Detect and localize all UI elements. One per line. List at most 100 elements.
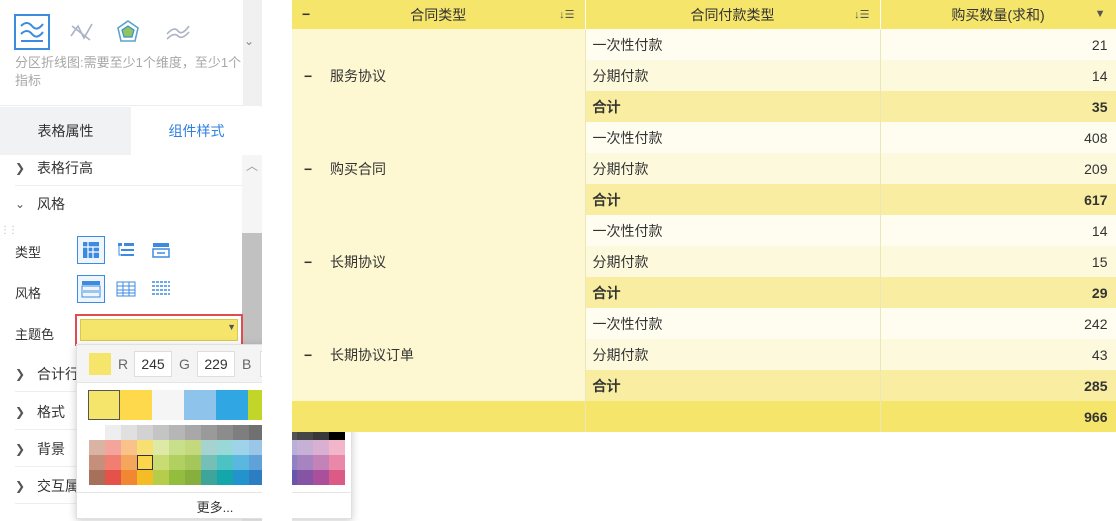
color-grid-swatch[interactable] [121, 425, 137, 440]
left-panel: ⌄ 分区折线图:需要至少1个维度，至少1个指标 表格属性 组件样式 ❯ 表格行高 … [0, 0, 353, 521]
r-label: R [118, 356, 129, 372]
color-grid-swatch[interactable] [313, 440, 329, 455]
table-type-list-icon[interactable] [147, 236, 175, 264]
collapse-icon[interactable]: − [304, 161, 316, 177]
color-grid-swatch[interactable] [153, 440, 169, 455]
drag-handle-icon[interactable]: ⋮⋮ [0, 225, 18, 236]
color-grid-swatch[interactable] [201, 470, 217, 485]
color-grid-swatch[interactable] [89, 440, 105, 455]
header-payment-type[interactable]: 合同付款类型 ↓☰ [585, 0, 881, 29]
color-grid-swatch[interactable] [201, 440, 217, 455]
scrollbar-thumb[interactable] [242, 233, 262, 351]
color-grid-swatch[interactable] [217, 440, 233, 455]
color-grid-swatch[interactable] [153, 425, 169, 440]
g-input[interactable]: 229 [197, 351, 235, 377]
chevron-up-icon[interactable]: ︿ [246, 157, 258, 174]
color-grid-swatch[interactable] [313, 470, 329, 485]
color-grid-swatch[interactable] [105, 470, 121, 485]
color-grid-swatch[interactable] [233, 440, 249, 455]
color-grid-swatch[interactable] [121, 455, 137, 470]
color-grid-swatch[interactable] [217, 470, 233, 485]
color-grid-swatch[interactable] [121, 470, 137, 485]
color-grid-swatch[interactable] [201, 455, 217, 470]
color-grid-swatch[interactable] [201, 425, 217, 440]
more-colors-button[interactable]: 更多... [77, 492, 353, 520]
collapse-all-icon[interactable]: − [302, 6, 310, 22]
color-grid-swatch[interactable] [169, 440, 185, 455]
color-grid-swatch[interactable] [137, 455, 153, 470]
color-grid-swatch[interactable] [217, 425, 233, 440]
collapse-icon[interactable]: − [304, 68, 316, 84]
group-cell[interactable]: − 购买合同 [292, 122, 586, 215]
color-grid-swatch[interactable] [137, 470, 153, 485]
main-color-swatch[interactable] [216, 390, 248, 420]
color-grid-swatch[interactable] [121, 440, 137, 455]
color-grid-swatch[interactable] [329, 470, 345, 485]
header-contract-type[interactable]: − 合同类型 ↓☰ [292, 0, 586, 29]
quantity-cell: 242 [880, 308, 1116, 339]
color-grid-swatch[interactable] [105, 440, 121, 455]
chevron-down-icon[interactable]: ⌄ [244, 34, 254, 48]
color-grid-swatch[interactable] [329, 455, 345, 470]
color-grid-swatch[interactable] [89, 455, 105, 470]
collapse-icon[interactable]: − [304, 347, 316, 363]
r-input[interactable]: 245 [134, 351, 172, 377]
section-style[interactable]: ⌄ 风格 [15, 186, 251, 222]
color-grid-swatch[interactable] [233, 470, 249, 485]
color-grid-swatch[interactable] [137, 440, 153, 455]
sort-icon[interactable]: ↓☰ [559, 8, 574, 21]
table-row: − 长期协议 一次性付款 14 [292, 215, 1116, 308]
table-type-tree-icon[interactable] [112, 236, 140, 264]
group-cell[interactable]: − 服务协议 [292, 29, 586, 122]
main-color-swatch[interactable] [184, 390, 216, 420]
group-cell[interactable]: − 长期协议订单 [292, 308, 586, 401]
chart-types-scrollbar[interactable] [243, 0, 262, 106]
color-grid-swatch[interactable] [297, 455, 313, 470]
color-grid-swatch[interactable] [185, 440, 201, 455]
color-grid-swatch[interactable] [105, 455, 121, 470]
color-grid-swatch[interactable] [153, 470, 169, 485]
color-grid-swatch[interactable] [105, 425, 121, 440]
color-grid-swatch[interactable] [313, 455, 329, 470]
color-grid-swatch[interactable] [169, 455, 185, 470]
color-grid-swatch[interactable] [89, 470, 105, 485]
radar-chart-icon[interactable] [110, 14, 146, 50]
color-grid-swatch[interactable] [185, 425, 201, 440]
tab-table-properties[interactable]: 表格属性 [0, 107, 131, 155]
color-grid-swatch[interactable] [297, 470, 313, 485]
color-grid-swatch[interactable] [89, 425, 105, 440]
caret-down-icon[interactable]: ▼ [227, 322, 236, 332]
color-grid-swatch[interactable] [233, 425, 249, 440]
color-grid-swatch[interactable] [169, 470, 185, 485]
table-row: − 长期协议订单 一次性付款 242 [292, 308, 1116, 401]
main-color-swatch[interactable] [120, 390, 152, 420]
color-grid-swatch[interactable] [217, 455, 233, 470]
area-line-chart-icon[interactable] [14, 14, 50, 50]
color-grid-swatch[interactable] [185, 470, 201, 485]
collapse-icon[interactable]: − [304, 254, 316, 270]
color-grid-swatch[interactable] [137, 425, 153, 440]
stacked-line-chart-icon[interactable] [160, 14, 196, 50]
section-row-height[interactable]: ❯ 表格行高 [15, 150, 251, 186]
theme-color-select[interactable] [80, 319, 238, 341]
scatter-line-chart-icon[interactable] [64, 14, 100, 50]
main-color-swatch[interactable] [88, 390, 120, 420]
group-cell[interactable]: − 长期协议 [292, 215, 586, 308]
color-grid-swatch[interactable] [329, 440, 345, 455]
color-grid-swatch[interactable] [153, 455, 169, 470]
tab-component-style[interactable]: 组件样式 [131, 107, 262, 155]
subtotal-value: 35 [880, 91, 1116, 122]
table-type-cross-icon[interactable] [77, 236, 105, 264]
color-grid-swatch[interactable] [169, 425, 185, 440]
style-lines-icon[interactable] [147, 275, 175, 303]
color-grid-swatch[interactable] [233, 455, 249, 470]
sort-desc-icon[interactable]: ▼ [1095, 8, 1106, 20]
style-striped-icon[interactable] [77, 275, 105, 303]
style-grid-icon[interactable] [112, 275, 140, 303]
main-color-swatch[interactable] [152, 390, 184, 420]
chevron-right-icon: ❯ [15, 478, 26, 493]
sort-icon[interactable]: ↓☰ [854, 8, 869, 21]
header-quantity-sum[interactable]: 购买数量(求和) ▼ [880, 0, 1116, 29]
color-grid-swatch[interactable] [297, 440, 313, 455]
color-grid-swatch[interactable] [185, 455, 201, 470]
